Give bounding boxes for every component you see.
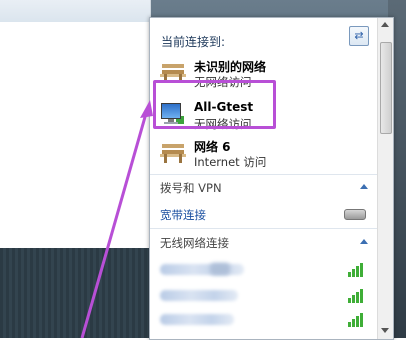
background-window xyxy=(0,0,151,248)
background-window-lower xyxy=(0,248,150,338)
highlight-box xyxy=(153,80,276,129)
divider xyxy=(150,228,378,229)
divider xyxy=(150,174,378,175)
scroll-down-icon[interactable] xyxy=(381,328,389,333)
wifi-signal-icon xyxy=(348,311,366,327)
network-name: 网络 6 xyxy=(194,140,231,154)
section-label: 无线网络连接 xyxy=(160,236,229,250)
blurred-network-name xyxy=(210,263,230,275)
dialup-vpn-section[interactable]: 拨号和 VPN xyxy=(150,176,378,198)
network-item-network-6[interactable]: 网络 6 Internet 访问 xyxy=(150,136,378,176)
scroll-thumb[interactable] xyxy=(380,42,392,134)
wireless-section[interactable]: 无线网络连接 xyxy=(150,231,378,253)
broadband-link[interactable]: 宽带连接 xyxy=(160,207,206,223)
wifi-network-item[interactable] xyxy=(150,258,378,282)
refresh-icon[interactable]: ⇄ xyxy=(349,26,369,46)
wifi-signal-icon xyxy=(348,261,366,277)
blurred-network-name xyxy=(160,290,238,301)
wifi-network-item[interactable] xyxy=(150,308,378,332)
broadband-connection-item[interactable]: 宽带连接 xyxy=(150,203,378,225)
modem-icon xyxy=(344,209,366,220)
scrollbar[interactable] xyxy=(377,18,393,339)
network-flyout: 当前连接到: ⇄ 未识别的网络 无网络访问 All-Gtest 无网络访问 网络… xyxy=(149,17,394,340)
wifi-network-item[interactable] xyxy=(150,284,378,308)
bench-network-icon xyxy=(160,140,186,164)
blurred-network-name xyxy=(160,314,234,325)
chevron-up-icon[interactable] xyxy=(360,184,368,189)
wifi-signal-icon xyxy=(348,287,366,303)
network-name: 未识别的网络 xyxy=(194,60,267,74)
network-status: Internet 访问 xyxy=(194,155,267,169)
current-connection-header: 当前连接到: xyxy=(161,35,226,49)
scroll-up-icon[interactable] xyxy=(381,22,389,27)
section-label: 拨号和 VPN xyxy=(160,181,222,195)
blurred-network-name xyxy=(160,264,244,275)
chevron-up-icon[interactable] xyxy=(360,239,368,244)
